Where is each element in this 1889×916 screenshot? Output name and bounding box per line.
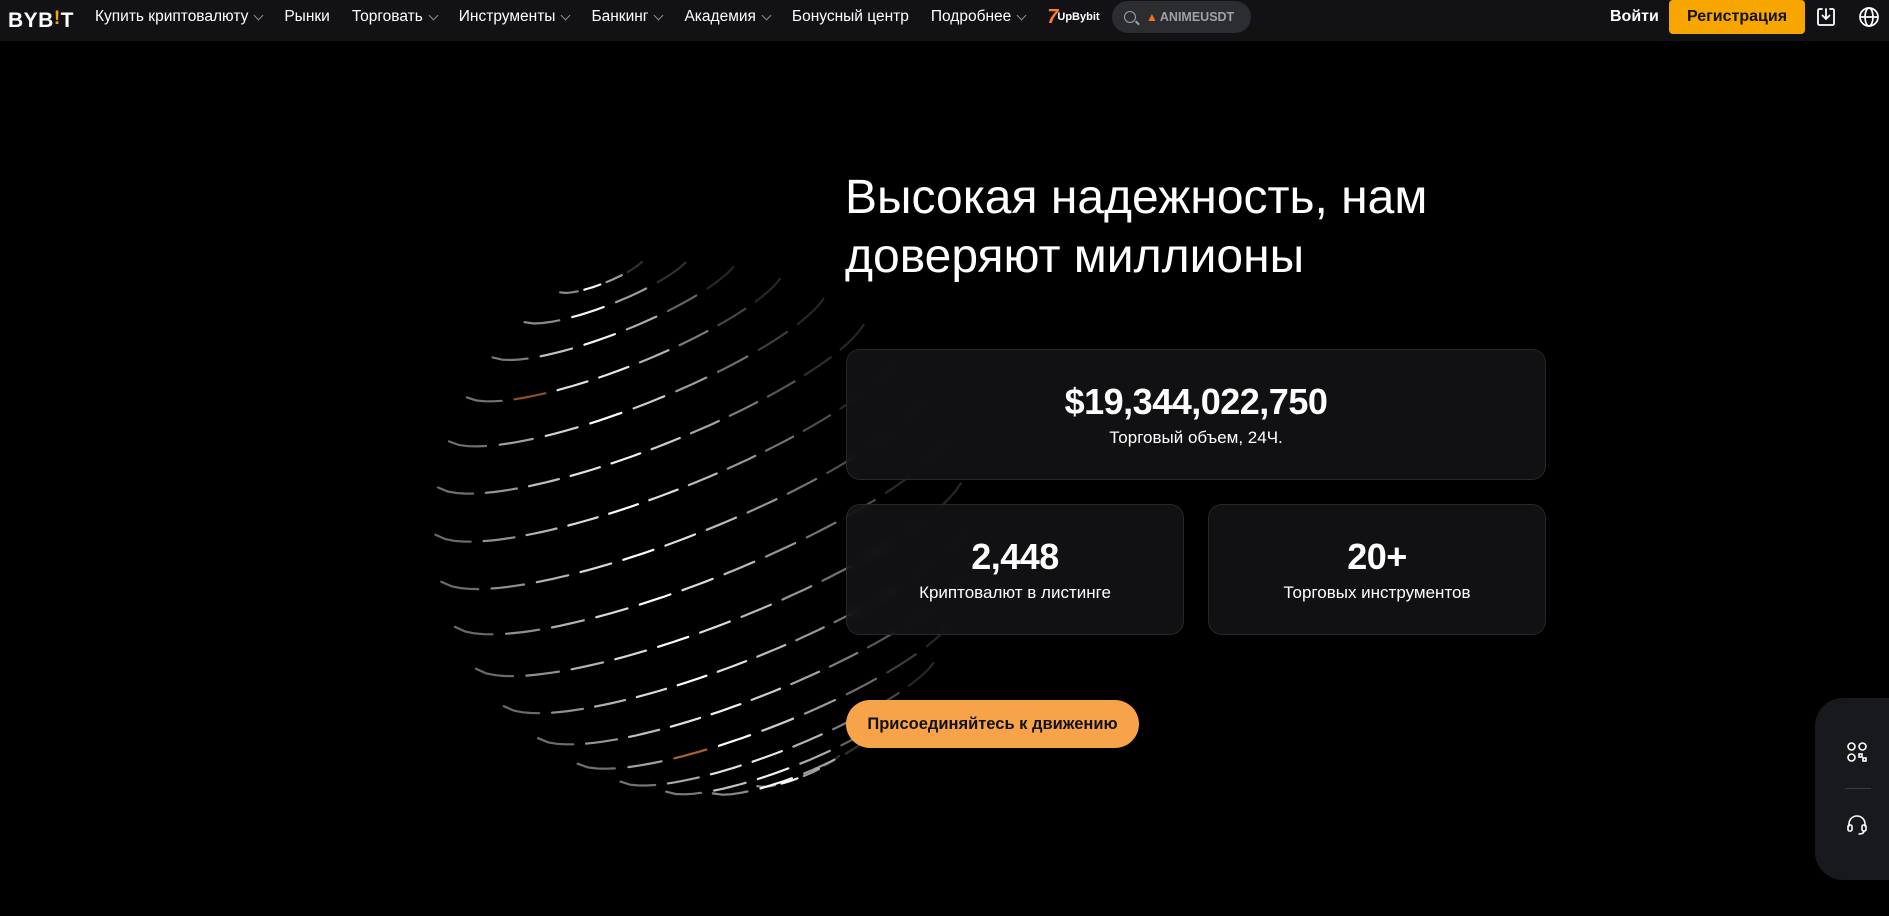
nav-bonus-center[interactable]: Бонусный центр xyxy=(792,0,909,34)
nav-banking[interactable]: Банкинг xyxy=(591,0,664,34)
nav-trade[interactable]: Торговать xyxy=(352,0,439,34)
stat-label: Торговых инструментов xyxy=(1283,582,1471,602)
stat-card-listed-crypto: 2,448 Криптовалют в листинге xyxy=(846,504,1184,635)
stat-label: Торговый объем, 24Ч. xyxy=(1109,427,1283,447)
login-button[interactable]: Войти xyxy=(1610,0,1659,34)
chevron-down-icon xyxy=(654,10,664,20)
top-navbar: BYB! T Купить криптовалюту Рынки Торговат… xyxy=(0,0,1889,41)
search-input[interactable]: ▲ ANIMEUSDT xyxy=(1112,1,1251,33)
register-button[interactable]: Регистрация xyxy=(1669,0,1805,34)
nav-markets[interactable]: Рынки xyxy=(284,0,329,34)
nav-academy[interactable]: Академия xyxy=(684,0,772,34)
nav-tools[interactable]: Инструменты xyxy=(459,0,571,34)
hero-title: Высокая надежность, нам доверяют миллион… xyxy=(845,168,1545,286)
chevron-down-icon xyxy=(428,10,439,20)
join-movement-button[interactable]: Присоединяйтесь к движению xyxy=(846,700,1139,748)
chevron-down-icon xyxy=(761,10,772,20)
hero-title-line-1: Высокая надежность, нам xyxy=(845,171,1428,224)
download-icon[interactable] xyxy=(1814,5,1838,29)
stat-card-trading-volume: $19,344,022,750 Торговый объем, 24Ч. xyxy=(846,349,1546,480)
chevron-down-icon xyxy=(253,10,264,20)
stat-label: Криптовалют в листинге xyxy=(919,582,1111,602)
stat-value: 2,448 xyxy=(971,535,1059,577)
stat-value: 20+ xyxy=(1347,535,1407,577)
upbybit-promo-link[interactable]: 7 UpBybit xyxy=(1047,0,1099,34)
nav-more[interactable]: Подробнее xyxy=(931,0,1027,34)
stat-value: $19,344,022,750 xyxy=(1064,380,1328,422)
search-icon xyxy=(1124,11,1136,23)
chevron-down-icon xyxy=(560,10,571,20)
chevron-down-icon xyxy=(1016,10,1027,20)
headset-icon[interactable] xyxy=(1845,812,1869,841)
qr-code-icon[interactable] xyxy=(1845,740,1869,769)
nav-buy-crypto[interactable]: Купить криптовалюту xyxy=(95,0,264,34)
search-placeholder: ANIMEUSDT xyxy=(1159,10,1235,24)
bybit-logo[interactable]: BYB! T xyxy=(8,8,74,33)
floating-side-panel xyxy=(1815,698,1889,880)
hero-title-line-2: доверяют миллионы xyxy=(845,230,1305,283)
main-nav: Купить криптовалюту Рынки Торговать Инст… xyxy=(95,0,1126,34)
stat-card-trading-tools: 20+ Торговых инструментов xyxy=(1208,504,1546,635)
side-panel-divider xyxy=(1845,788,1871,789)
globe-icon[interactable] xyxy=(1857,5,1881,29)
flame-icon: ▲ xyxy=(1146,10,1158,24)
